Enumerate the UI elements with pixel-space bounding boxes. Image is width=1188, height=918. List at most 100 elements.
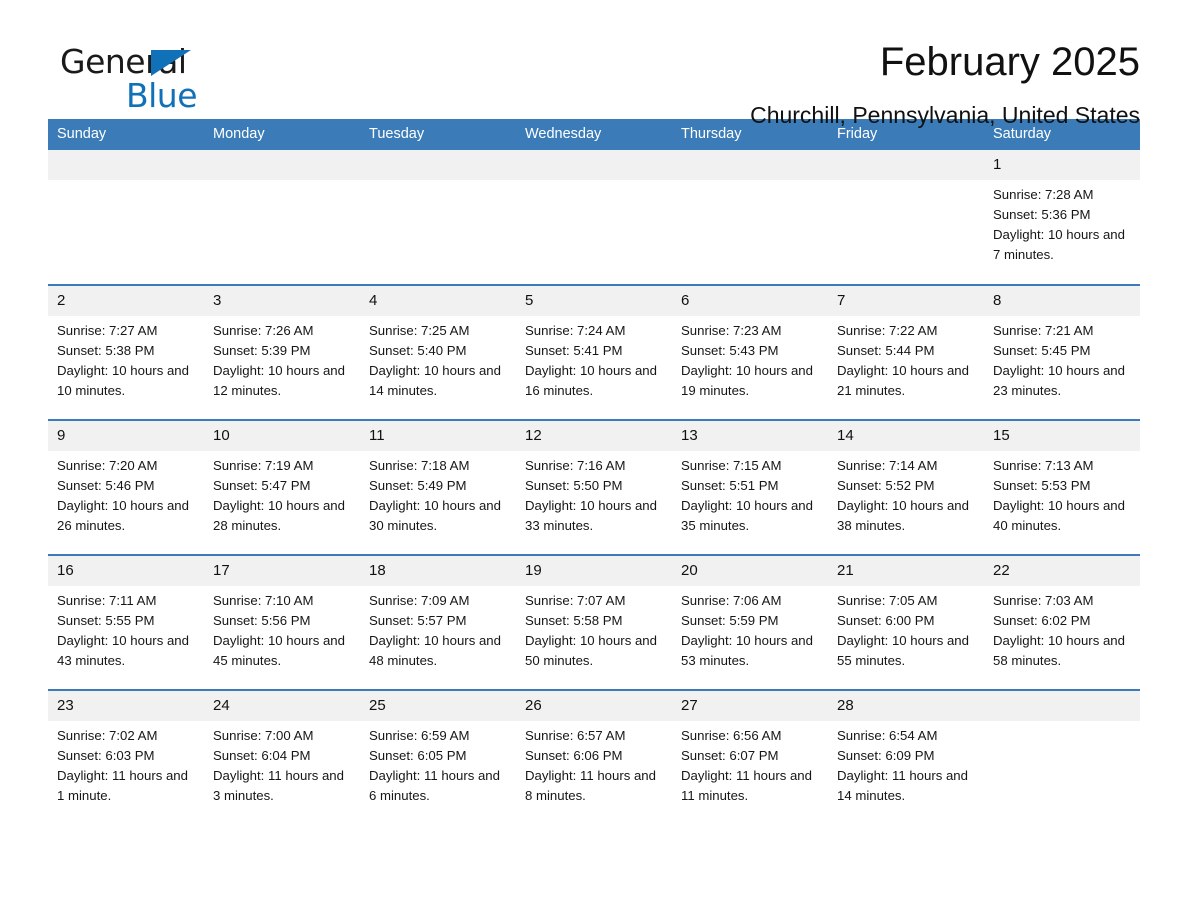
weekday-header-wednesday: Wednesday bbox=[516, 119, 672, 150]
calendar-week-row: 1 Sunrise: 7:28 AM Sunset: 5:36 PM Daylight… bbox=[48, 150, 1140, 285]
day-details: Sunrise: 7:03 AM Sunset: 6:02 PM Daylight:… bbox=[984, 586, 1140, 671]
day-details: Sunrise: 7:05 AM Sunset: 6:00 PM Daylight:… bbox=[828, 586, 984, 671]
day-number: 16 bbox=[48, 556, 204, 586]
sunrise-text: Sunrise: 6:54 AM bbox=[837, 728, 938, 743]
day-cell-17[interactable]: 17 Sunrise: 7:10 AM Sunset: 5:56 PM Dayligh… bbox=[204, 554, 360, 690]
day-cell-24[interactable]: 24 Sunrise: 7:00 AM Sunset: 6:04 PM Dayligh… bbox=[204, 689, 360, 825]
day-cell-2[interactable]: 2 Sunrise: 7:27 AM Sunset: 5:38 PM Daylight… bbox=[48, 284, 204, 420]
sunset-text: Sunset: 6:05 PM bbox=[369, 748, 467, 763]
day-cell-empty bbox=[360, 150, 516, 285]
daylight-text: Daylight: 10 hours and 10 minutes. bbox=[57, 363, 189, 398]
sunrise-text: Sunrise: 6:59 AM bbox=[369, 728, 470, 743]
day-details: Sunrise: 7:11 AM Sunset: 5:55 PM Daylight:… bbox=[48, 586, 204, 671]
sunset-text: Sunset: 5:45 PM bbox=[993, 343, 1091, 358]
sunrise-text: Sunrise: 7:03 AM bbox=[993, 593, 1094, 608]
daylight-text: Daylight: 11 hours and 6 minutes. bbox=[369, 768, 500, 803]
day-details: Sunrise: 7:18 AM Sunset: 5:49 PM Daylight:… bbox=[360, 451, 516, 536]
sunset-text: Sunset: 5:52 PM bbox=[837, 478, 935, 493]
sunrise-text: Sunrise: 7:21 AM bbox=[993, 323, 1094, 338]
day-cell-26[interactable]: 26 Sunrise: 6:57 AM Sunset: 6:06 PM Dayligh… bbox=[516, 689, 672, 825]
daylight-text: Daylight: 10 hours and 48 minutes. bbox=[369, 633, 501, 668]
day-details: Sunrise: 7:23 AM Sunset: 5:43 PM Daylight:… bbox=[672, 316, 828, 401]
day-cell-3[interactable]: 3 Sunrise: 7:26 AM Sunset: 5:39 PM Daylight… bbox=[204, 284, 360, 420]
sunset-text: Sunset: 6:07 PM bbox=[681, 748, 779, 763]
day-details: Sunrise: 7:21 AM Sunset: 5:45 PM Daylight:… bbox=[984, 316, 1140, 401]
daylight-text: Daylight: 10 hours and 26 minutes. bbox=[57, 498, 189, 533]
day-cell-1[interactable]: 1 Sunrise: 7:28 AM Sunset: 5:36 PM Daylight… bbox=[984, 150, 1140, 285]
calendar-week-row: 16 Sunrise: 7:11 AM Sunset: 5:55 PM Dayligh… bbox=[48, 554, 1140, 690]
sunset-text: Sunset: 5:36 PM bbox=[993, 207, 1091, 222]
day-cell-27[interactable]: 27 Sunrise: 6:56 AM Sunset: 6:07 PM Dayligh… bbox=[672, 689, 828, 825]
day-number: 1 bbox=[984, 150, 1140, 180]
daylight-text: Daylight: 10 hours and 21 minutes. bbox=[837, 363, 969, 398]
day-cell-25[interactable]: 25 Sunrise: 6:59 AM Sunset: 6:05 PM Dayligh… bbox=[360, 689, 516, 825]
day-cell-21[interactable]: 21 Sunrise: 7:05 AM Sunset: 6:00 PM Dayligh… bbox=[828, 554, 984, 690]
day-number: 8 bbox=[984, 286, 1140, 316]
day-cell-4[interactable]: 4 Sunrise: 7:25 AM Sunset: 5:40 PM Daylight… bbox=[360, 284, 516, 420]
daylight-text: Daylight: 10 hours and 14 minutes. bbox=[369, 363, 501, 398]
day-details: Sunrise: 7:07 AM Sunset: 5:58 PM Daylight:… bbox=[516, 586, 672, 671]
day-cell-7[interactable]: 7 Sunrise: 7:22 AM Sunset: 5:44 PM Daylight… bbox=[828, 284, 984, 420]
sunrise-text: Sunrise: 7:16 AM bbox=[525, 458, 626, 473]
sunrise-text: Sunrise: 7:07 AM bbox=[525, 593, 626, 608]
day-cell-empty bbox=[672, 150, 828, 285]
daylight-text: Daylight: 10 hours and 53 minutes. bbox=[681, 633, 813, 668]
day-cell-5[interactable]: 5 Sunrise: 7:24 AM Sunset: 5:41 PM Daylight… bbox=[516, 284, 672, 420]
daylight-text: Daylight: 11 hours and 11 minutes. bbox=[681, 768, 812, 803]
calendar-week-row: 23 Sunrise: 7:02 AM Sunset: 6:03 PM Dayligh… bbox=[48, 689, 1140, 825]
day-cell-16[interactable]: 16 Sunrise: 7:11 AM Sunset: 5:55 PM Dayligh… bbox=[48, 554, 204, 690]
day-details: Sunrise: 7:24 AM Sunset: 5:41 PM Daylight:… bbox=[516, 316, 672, 401]
day-details: Sunrise: 7:09 AM Sunset: 5:57 PM Daylight:… bbox=[360, 586, 516, 671]
weekday-header-sunday: Sunday bbox=[48, 119, 204, 150]
sunset-text: Sunset: 5:53 PM bbox=[993, 478, 1091, 493]
sunrise-text: Sunrise: 7:00 AM bbox=[213, 728, 314, 743]
daylight-text: Daylight: 11 hours and 14 minutes. bbox=[837, 768, 968, 803]
day-cell-9[interactable]: 9 Sunrise: 7:20 AM Sunset: 5:46 PM Daylight… bbox=[48, 419, 204, 555]
sunset-text: Sunset: 5:46 PM bbox=[57, 478, 155, 493]
day-details: Sunrise: 7:10 AM Sunset: 5:56 PM Daylight:… bbox=[204, 586, 360, 671]
day-cell-23[interactable]: 23 Sunrise: 7:02 AM Sunset: 6:03 PM Dayligh… bbox=[48, 689, 204, 825]
day-cell-18[interactable]: 18 Sunrise: 7:09 AM Sunset: 5:57 PM Dayligh… bbox=[360, 554, 516, 690]
day-number: 13 bbox=[672, 421, 828, 451]
day-details: Sunrise: 6:54 AM Sunset: 6:09 PM Daylight:… bbox=[828, 721, 984, 806]
sunrise-text: Sunrise: 7:13 AM bbox=[993, 458, 1094, 473]
day-details: Sunrise: 7:06 AM Sunset: 5:59 PM Daylight:… bbox=[672, 586, 828, 671]
day-cell-10[interactable]: 10 Sunrise: 7:19 AM Sunset: 5:47 PM Dayligh… bbox=[204, 419, 360, 555]
day-number: 28 bbox=[828, 691, 984, 721]
day-cell-empty bbox=[984, 689, 1140, 825]
day-cell-20[interactable]: 20 Sunrise: 7:06 AM Sunset: 5:59 PM Dayligh… bbox=[672, 554, 828, 690]
day-cell-28[interactable]: 28 Sunrise: 6:54 AM Sunset: 6:09 PM Dayligh… bbox=[828, 689, 984, 825]
sunrise-text: Sunrise: 7:14 AM bbox=[837, 458, 938, 473]
day-cell-22[interactable]: 22 Sunrise: 7:03 AM Sunset: 6:02 PM Dayligh… bbox=[984, 554, 1140, 690]
day-cell-15[interactable]: 15 Sunrise: 7:13 AM Sunset: 5:53 PM Dayligh… bbox=[984, 419, 1140, 555]
daylight-text: Daylight: 10 hours and 50 minutes. bbox=[525, 633, 657, 668]
day-cell-8[interactable]: 8 Sunrise: 7:21 AM Sunset: 5:45 PM Daylight… bbox=[984, 284, 1140, 420]
day-cell-11[interactable]: 11 Sunrise: 7:18 AM Sunset: 5:49 PM Dayligh… bbox=[360, 419, 516, 555]
day-cell-empty bbox=[48, 150, 204, 285]
sunset-text: Sunset: 5:38 PM bbox=[57, 343, 155, 358]
daylight-text: Daylight: 10 hours and 58 minutes. bbox=[993, 633, 1125, 668]
day-cell-19[interactable]: 19 Sunrise: 7:07 AM Sunset: 5:58 PM Dayligh… bbox=[516, 554, 672, 690]
day-cell-14[interactable]: 14 Sunrise: 7:14 AM Sunset: 5:52 PM Dayligh… bbox=[828, 419, 984, 555]
daylight-text: Daylight: 10 hours and 28 minutes. bbox=[213, 498, 345, 533]
day-cell-13[interactable]: 13 Sunrise: 7:15 AM Sunset: 5:51 PM Dayligh… bbox=[672, 419, 828, 555]
sunrise-text: Sunrise: 7:15 AM bbox=[681, 458, 782, 473]
day-details: Sunrise: 7:19 AM Sunset: 5:47 PM Daylight:… bbox=[204, 451, 360, 536]
day-number: 18 bbox=[360, 556, 516, 586]
day-number: 14 bbox=[828, 421, 984, 451]
day-details: Sunrise: 7:02 AM Sunset: 6:03 PM Daylight:… bbox=[48, 721, 204, 806]
day-number: 19 bbox=[516, 556, 672, 586]
day-number: 5 bbox=[516, 286, 672, 316]
sunrise-text: Sunrise: 7:11 AM bbox=[57, 593, 157, 608]
sunset-text: Sunset: 5:47 PM bbox=[213, 478, 311, 493]
weekday-header-tuesday: Tuesday bbox=[360, 119, 516, 150]
day-cell-6[interactable]: 6 Sunrise: 7:23 AM Sunset: 5:43 PM Daylight… bbox=[672, 284, 828, 420]
day-number: 27 bbox=[672, 691, 828, 721]
triangle-icon bbox=[151, 50, 191, 76]
sunrise-sunset-calendar: Sunday Monday Tuesday Wednesday Thursday Frid… bbox=[48, 119, 1140, 825]
page-title: February 2025 bbox=[879, 40, 1140, 84]
daylight-text: Daylight: 10 hours and 43 minutes. bbox=[57, 633, 189, 668]
calendar-body: 1 Sunrise: 7:28 AM Sunset: 5:36 PM Daylight… bbox=[48, 150, 1140, 825]
day-number: 4 bbox=[360, 286, 516, 316]
day-cell-12[interactable]: 12 Sunrise: 7:16 AM Sunset: 5:50 PM Dayligh… bbox=[516, 419, 672, 555]
